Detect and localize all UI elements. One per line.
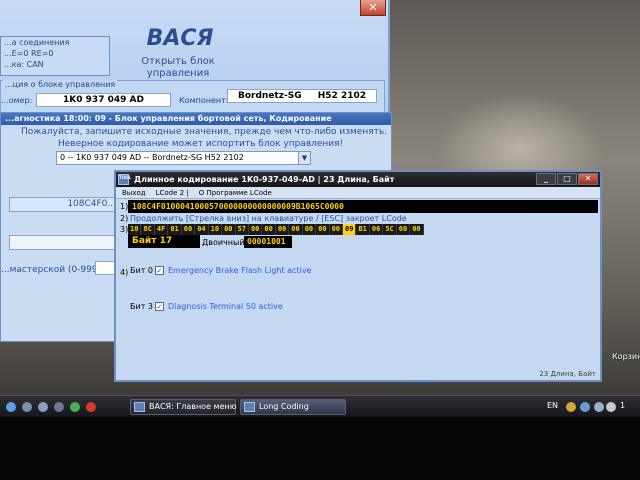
menu-bar: Выход LCode 2 | О Программе LCode bbox=[116, 187, 600, 199]
row-number-1: 1) bbox=[120, 202, 129, 211]
coding-window-titlebar[interactable]: ...агностика 18:00: 09 - Блок управления… bbox=[1, 113, 391, 125]
byte-cell[interactable]: 00 bbox=[248, 224, 263, 235]
minimize-button[interactable]: _ bbox=[536, 173, 556, 185]
screen-bezel bbox=[0, 417, 640, 480]
long-coding-window: TOOL Длинное кодирование 1K0-937-049-AD … bbox=[114, 170, 602, 382]
part-number-field: 1K0 937 049 AD bbox=[36, 93, 171, 107]
task-long-coding-label: Long Coding bbox=[259, 402, 309, 411]
long-coding-task-icon bbox=[244, 402, 255, 412]
selected-byte-label: Байт 17 bbox=[128, 235, 200, 248]
opera-icon[interactable] bbox=[86, 402, 96, 412]
maximize-button[interactable]: □ bbox=[557, 173, 577, 185]
connection-line-1: ...а соединения bbox=[4, 38, 70, 47]
status-bar-text: 23 Длина, Байт bbox=[539, 370, 596, 378]
quicklaunch-icon-1[interactable] bbox=[22, 402, 32, 412]
volume-icon[interactable] bbox=[594, 402, 604, 412]
byte-cells: 10 8C 4F 01 00 04 10 00 57 00 00 00 00 00 00 00 09 B1 06 5C… bbox=[128, 224, 488, 235]
component-version: H52 2102 bbox=[317, 91, 366, 101]
byte-cell[interactable]: 00 bbox=[275, 224, 290, 235]
warning-message-2: Неверное кодирование может испортить бло… bbox=[58, 139, 344, 149]
byte-cell[interactable]: 06 bbox=[369, 224, 384, 235]
connection-line-2: ...Е=0 RE=0 bbox=[4, 49, 54, 58]
task-vasya-main[interactable]: ВАСЯ: Главное меню bbox=[130, 399, 236, 415]
hex-coding-string[interactable]: 108C4F0100041000570000000000000009B1065C… bbox=[128, 200, 598, 213]
recycle-bin-label[interactable]: Корзина bbox=[612, 352, 640, 362]
connection-status-panel: ...а соединения ...Е=0 RE=0 ...ка: CAN bbox=[0, 36, 110, 76]
clock[interactable]: 1 bbox=[620, 401, 625, 410]
long-coding-title: Длинное кодирование 1K0-937-049-AD | 23 … bbox=[134, 175, 395, 184]
part-number-label: ...омер: bbox=[1, 96, 33, 105]
start-icon[interactable] bbox=[6, 402, 16, 412]
task-vasya-label: ВАСЯ: Главное меню bbox=[149, 402, 237, 411]
bit-0-description: Emergency Brake Flash Light active bbox=[167, 266, 312, 275]
quicklaunch-icon-2[interactable] bbox=[38, 402, 48, 412]
coding-value-field[interactable]: 108C4F0... bbox=[9, 197, 121, 212]
component-label: Компонент: bbox=[179, 96, 229, 105]
app-icon: TOOL bbox=[118, 174, 131, 185]
binary-label: Двоичный: bbox=[202, 238, 248, 247]
component-field: Bordnetz-SG H52 2102 bbox=[227, 89, 377, 103]
menu-exit[interactable]: Выход bbox=[122, 187, 146, 198]
connection-line-3: ...ка: CAN bbox=[4, 60, 44, 69]
bit-0-label: Бит 0 bbox=[130, 266, 153, 275]
chevron-down-icon[interactable]: ▼ bbox=[298, 152, 310, 164]
info-group-title: ...ция о блоке управления bbox=[3, 80, 118, 89]
bit-3-label: Бит 3 bbox=[130, 302, 153, 311]
app-title: ВАСЯ bbox=[146, 26, 214, 51]
byte-cell[interactable]: 00 bbox=[222, 224, 236, 235]
menu-about[interactable]: О Программе LCode bbox=[199, 187, 272, 198]
bit-3-description: Diagnosis Terminal 50 active bbox=[167, 302, 283, 311]
control-unit-info-group: ...ция о блоке управления ...омер: 1K0 9… bbox=[0, 80, 385, 114]
byte-cell[interactable]: 01 bbox=[168, 224, 182, 235]
row-number-2: 2) bbox=[120, 214, 129, 223]
skype-icon[interactable] bbox=[70, 402, 80, 412]
tray-icon-2[interactable] bbox=[580, 402, 590, 412]
byte-cell[interactable]: 09 bbox=[343, 224, 357, 235]
network-icon[interactable] bbox=[606, 402, 616, 412]
bit-3-checkbox[interactable]: ✓ bbox=[154, 302, 164, 311]
byte-cell[interactable]: 10 bbox=[128, 224, 142, 235]
binary-value: 00001001 bbox=[244, 236, 292, 248]
taskbar: ВАСЯ: Главное меню Long Coding EN 1 bbox=[0, 395, 640, 417]
row-number-4: 4) bbox=[120, 268, 129, 277]
vasya-main-window: ✕ ...а соединения ...Е=0 RE=0 ...ка: CAN… bbox=[0, 0, 390, 120]
warning-message-1: Пожалуйста, запишите исходные значения, … bbox=[21, 127, 388, 137]
byte-cell[interactable]: 00 bbox=[262, 224, 276, 235]
byte-cell[interactable]: 00 bbox=[289, 224, 303, 235]
main-close-button[interactable]: ✕ bbox=[360, 0, 386, 16]
bit-row-3: Бит 3 ✓ Diagnosis Terminal 50 active bbox=[130, 302, 283, 311]
language-indicator[interactable]: EN bbox=[547, 401, 558, 410]
byte-cell[interactable]: 10 bbox=[208, 224, 223, 235]
byte-cell[interactable]: 00 bbox=[410, 224, 424, 235]
byte-cell[interactable]: 00 bbox=[302, 224, 317, 235]
byte-cell[interactable]: 00 bbox=[329, 224, 343, 235]
row-number-3: 3) bbox=[120, 225, 129, 234]
menu-lcode2[interactable]: LCode 2 | bbox=[156, 187, 189, 198]
bit-0-checkbox[interactable]: ✓ bbox=[154, 266, 164, 275]
byte-cell[interactable]: B1 bbox=[356, 224, 370, 235]
quicklaunch-icon-3[interactable] bbox=[54, 402, 64, 412]
module-select-value: 0 -- 1K0 937 049 AD -- Bordnetz-SG H52 2… bbox=[60, 153, 244, 162]
byte-cell[interactable]: 5C bbox=[383, 224, 397, 235]
byte-cell[interactable]: 57 bbox=[235, 224, 249, 235]
task-long-coding[interactable]: Long Coding bbox=[240, 399, 346, 415]
byte-cell[interactable]: 4F bbox=[154, 224, 169, 235]
navigation-hint: Продолжить [Стрелка вниз] на клавиатуре … bbox=[130, 214, 407, 223]
close-button[interactable]: ✕ bbox=[578, 173, 598, 185]
byte-cell[interactable]: 04 bbox=[195, 224, 209, 235]
byte-cell[interactable]: 00 bbox=[181, 224, 196, 235]
bit-row-0: Бит 0 ✓ Emergency Brake Flash Light acti… bbox=[130, 266, 311, 275]
byte-cell[interactable]: 00 bbox=[316, 224, 330, 235]
new-coding-input[interactable] bbox=[9, 235, 121, 250]
byte-cell[interactable]: 8C bbox=[141, 224, 155, 235]
component-name: Bordnetz-SG bbox=[238, 91, 302, 101]
tray-icon-1[interactable] bbox=[566, 402, 576, 412]
vasya-task-icon bbox=[134, 402, 145, 412]
byte-cell[interactable]: 00 bbox=[396, 224, 411, 235]
long-coding-titlebar[interactable]: TOOL Длинное кодирование 1K0-937-049-AD … bbox=[116, 172, 600, 187]
module-select[interactable]: 0 -- 1K0 937 049 AD -- Bordnetz-SG H52 2… bbox=[56, 151, 311, 165]
